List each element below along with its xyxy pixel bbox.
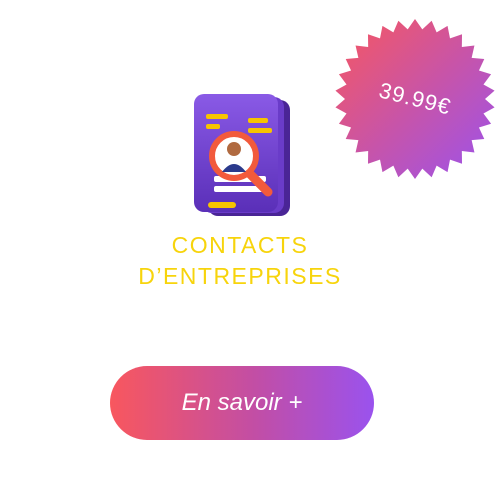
price-badge: 39.99€: [334, 18, 496, 180]
product-title-line-2: D’ENTREPRISES: [138, 263, 342, 289]
learn-more-button[interactable]: En savoir +: [110, 366, 374, 440]
document-search-contact-icon: [186, 92, 296, 227]
learn-more-label: En savoir +: [181, 389, 303, 416]
product-title-line-1: CONTACTS: [171, 232, 309, 258]
product-title: CONTACTS D’ENTREPRISES: [110, 230, 370, 292]
